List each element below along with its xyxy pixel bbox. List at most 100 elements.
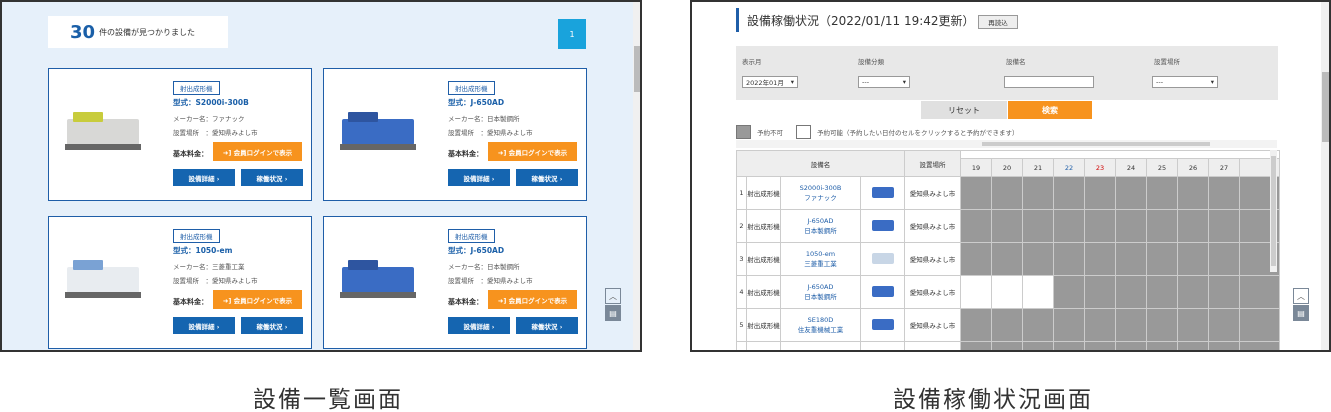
scrollbar[interactable]	[1321, 2, 1329, 350]
day-cell[interactable]	[960, 176, 992, 210]
chevron-down-icon: ▾	[1210, 78, 1214, 86]
day-cell[interactable]	[1115, 176, 1147, 210]
pagination-page-1[interactable]: 1	[558, 19, 586, 49]
day-cell[interactable]	[1053, 242, 1085, 276]
day-cell[interactable]	[1115, 308, 1147, 342]
location-text: 設置場所 ：愛知県みよし市	[448, 277, 533, 285]
equipment-card: 射出成形機 型式：J-650AD メーカー名：日本製鋼所 設置場所 ：愛知県みよ…	[323, 216, 587, 349]
member-login-button[interactable]: ➜] 会員ログインで表示	[213, 290, 302, 309]
scroll-top-icon[interactable]: ︿	[605, 288, 621, 304]
day-cell[interactable]	[1053, 176, 1085, 210]
day-cell[interactable]	[991, 341, 1023, 350]
scroll-top-icon[interactable]: ︿	[1293, 288, 1309, 304]
day-cell[interactable]	[1238, 341, 1281, 350]
row-place: 愛知県みよし市	[904, 341, 961, 350]
day-cell[interactable]	[960, 341, 992, 350]
day-cell[interactable]	[991, 275, 1023, 309]
reset-button[interactable]: リセット	[921, 101, 1007, 119]
day-cell[interactable]	[1053, 308, 1085, 342]
day-cell[interactable]	[1208, 275, 1240, 309]
day-cell[interactable]	[1022, 308, 1054, 342]
day-cell[interactable]	[1022, 341, 1054, 350]
name-input[interactable]	[1004, 76, 1094, 88]
month-select[interactable]: 2022年01月 ▾	[742, 76, 798, 88]
day-cell[interactable]	[1208, 242, 1240, 276]
day-cell[interactable]	[1115, 242, 1147, 276]
status-button[interactable]: 稼働状況 ›	[241, 317, 303, 334]
day-cell[interactable]	[1177, 176, 1209, 210]
equipment-link[interactable]: J-650AD 日本製鋼所	[780, 275, 861, 309]
place-select[interactable]: --- ▾	[1152, 76, 1218, 88]
day-cell[interactable]	[1177, 275, 1209, 309]
day-cell[interactable]	[960, 308, 992, 342]
day-cell[interactable]	[991, 209, 1023, 243]
day-cell[interactable]	[1022, 209, 1054, 243]
day-cell[interactable]	[1177, 308, 1209, 342]
print-icon[interactable]: ▤	[1293, 305, 1309, 321]
day-cell[interactable]	[1084, 176, 1116, 210]
day-cell[interactable]	[1084, 275, 1116, 309]
day-cell[interactable]	[1084, 341, 1116, 350]
detail-button[interactable]: 設備詳細 ›	[448, 169, 510, 186]
status-button[interactable]: 稼働状況 ›	[516, 169, 578, 186]
day-cell[interactable]	[1208, 209, 1240, 243]
day-cell[interactable]	[1238, 275, 1281, 309]
day-cell[interactable]	[1053, 341, 1085, 350]
day-cell[interactable]	[1208, 341, 1240, 350]
day-cell[interactable]	[1177, 341, 1209, 350]
day-cell[interactable]	[1022, 242, 1054, 276]
print-icon[interactable]: ▤	[605, 305, 621, 321]
status-button[interactable]: 稼働状況 ›	[241, 169, 303, 186]
day-cell[interactable]	[1115, 275, 1147, 309]
day-cell[interactable]	[960, 242, 992, 276]
member-login-button[interactable]: ➜] 会員ログインで表示	[213, 142, 302, 161]
equipment-link[interactable]: J-650AD 日本製鋼所	[780, 209, 861, 243]
member-login-button[interactable]: ➜] 会員ログインで表示	[488, 290, 577, 309]
day-cell[interactable]	[1022, 176, 1054, 210]
category-badge: 射出成形機	[448, 229, 495, 243]
equipment-thumbnail	[860, 209, 905, 243]
day-cell[interactable]	[1146, 341, 1178, 350]
day-cell[interactable]	[1146, 275, 1178, 309]
day-cell[interactable]	[1022, 275, 1054, 309]
day-cell[interactable]	[960, 275, 992, 309]
reload-button[interactable]: 再読込	[978, 15, 1018, 29]
table-horizontal-scrollbar[interactable]	[736, 140, 1277, 148]
day-cell[interactable]	[1084, 308, 1116, 342]
day-cell[interactable]	[991, 242, 1023, 276]
day-cell[interactable]	[1053, 275, 1085, 309]
detail-button[interactable]: 設備詳細 ›	[173, 169, 235, 186]
scrollbar[interactable]	[633, 2, 640, 350]
equipment-link[interactable]: SE130EV	[780, 341, 861, 350]
day-cell[interactable]	[1084, 209, 1116, 243]
day-header: 25	[1146, 158, 1178, 177]
class-select[interactable]: --- ▾	[858, 76, 910, 88]
day-cell[interactable]	[1115, 209, 1147, 243]
day-cell[interactable]	[991, 308, 1023, 342]
day-cell[interactable]	[1146, 242, 1178, 276]
day-cell[interactable]	[1146, 209, 1178, 243]
day-cell[interactable]	[1146, 308, 1178, 342]
day-cell[interactable]	[1238, 308, 1281, 342]
equipment-link[interactable]: 1050-em 三菱重工業	[780, 242, 861, 276]
day-cell[interactable]	[1084, 242, 1116, 276]
day-cell[interactable]	[1177, 209, 1209, 243]
detail-button[interactable]: 設備詳細 ›	[173, 317, 235, 334]
equipment-link[interactable]: SE180D 住友重機械工業	[780, 308, 861, 342]
day-cell[interactable]	[1115, 341, 1147, 350]
status-button[interactable]: 稼働状況 ›	[516, 317, 578, 334]
day-cell[interactable]	[1146, 176, 1178, 210]
day-cell[interactable]	[1053, 209, 1085, 243]
equipment-link[interactable]: S2000i-300B ファナック	[780, 176, 861, 210]
detail-button[interactable]: 設備詳細 ›	[448, 317, 510, 334]
table-vertical-scrollbar[interactable]	[1270, 150, 1277, 272]
day-cell[interactable]	[1208, 308, 1240, 342]
place-value: ---	[1156, 78, 1164, 86]
search-button[interactable]: 検索	[1008, 101, 1092, 119]
day-cell[interactable]	[960, 209, 992, 243]
day-cell[interactable]	[1208, 176, 1240, 210]
member-login-button[interactable]: ➜] 会員ログインで表示	[488, 142, 577, 161]
fee-label: 基本料金：	[173, 150, 208, 158]
day-cell[interactable]	[1177, 242, 1209, 276]
day-cell[interactable]	[991, 176, 1023, 210]
